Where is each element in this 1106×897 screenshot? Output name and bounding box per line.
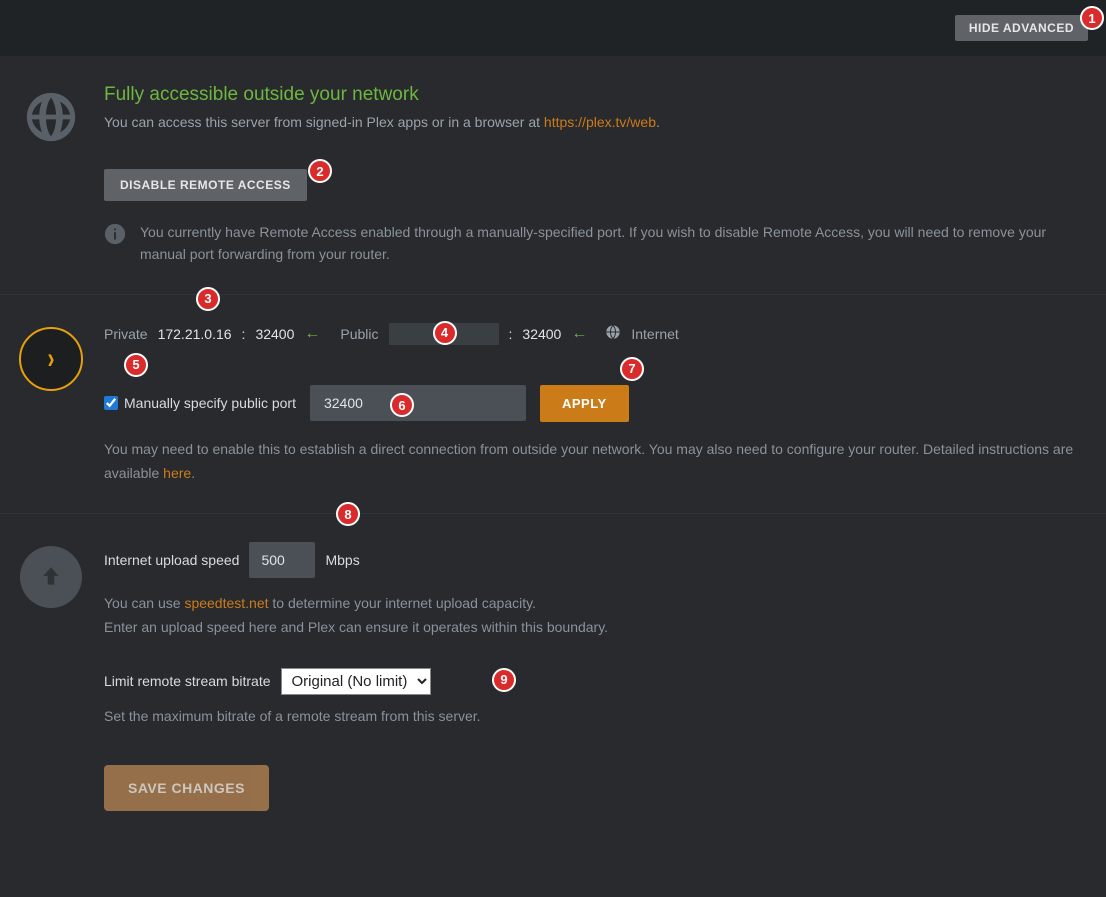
arrow-left-icon-2: ←: [571, 325, 587, 343]
status-description: You can access this server from signed-i…: [104, 112, 1088, 133]
globe-icon: [18, 84, 84, 266]
upload-unit: Mbps: [325, 552, 359, 568]
internet-icon: [605, 324, 621, 343]
upload-help: You can use speedtest.net to determine y…: [104, 592, 1088, 640]
public-port: 32400: [522, 326, 561, 342]
plex-web-link[interactable]: https://plex.tv/web: [544, 114, 656, 130]
public-label: Public: [340, 326, 378, 342]
bitrate-help: Set the maximum bitrate of a remote stre…: [104, 705, 1088, 729]
speedtest-link[interactable]: speedtest.net: [184, 595, 268, 611]
top-bar: HIDE ADVANCED 1: [0, 0, 1106, 56]
bitrate-select[interactable]: Original (No limit): [281, 668, 431, 695]
port-help-text: You may need to enable this to establish…: [104, 438, 1088, 486]
annotation-badge-3: 3: [196, 287, 220, 311]
disable-remote-access-button[interactable]: DISABLE REMOTE ACCESS: [104, 169, 307, 201]
manual-port-checkbox[interactable]: [104, 396, 118, 410]
status-section: Fully accessible outside your network Yo…: [0, 56, 1106, 295]
plex-icon: ›: [18, 323, 84, 486]
network-section: › 3 Private 172.21.0.16 : 32400 ← Public…: [0, 295, 1106, 515]
apply-button[interactable]: APPLY: [540, 385, 629, 422]
manual-port-checkbox-label[interactable]: Manually specify public port: [104, 395, 296, 411]
network-addresses: Private 172.21.0.16 : 32400 ← Public 4 :…: [104, 323, 1088, 345]
annotation-badge-2: 2: [308, 159, 332, 183]
annotation-badge-1: 1: [1080, 6, 1104, 30]
annotation-badge-4: 4: [433, 321, 457, 345]
status-title: Fully accessible outside your network: [104, 84, 1088, 106]
upload-icon: [18, 542, 84, 810]
bitrate-label: Limit remote stream bitrate: [104, 673, 271, 689]
warning-icon: [104, 223, 126, 248]
private-label: Private: [104, 326, 148, 342]
hide-advanced-button[interactable]: HIDE ADVANCED: [955, 15, 1088, 41]
disable-warning: You currently have Remote Access enabled…: [104, 221, 1088, 266]
arrow-left-icon: ←: [304, 325, 320, 343]
public-port-input[interactable]: [310, 385, 526, 421]
public-ip-masked: 4: [389, 323, 499, 345]
internet-label: Internet: [631, 326, 678, 342]
annotation-badge-8: 8: [336, 502, 360, 526]
annotation-badge-5: 5: [124, 353, 148, 377]
annotation-badge-7: 7: [620, 357, 644, 381]
save-changes-button[interactable]: SAVE CHANGES: [104, 765, 269, 811]
upload-speed-label: Internet upload speed: [104, 552, 239, 568]
upload-section: Internet upload speed Mbps 8 You can use…: [0, 514, 1106, 838]
private-port: 32400: [255, 326, 294, 342]
port-help-link[interactable]: here: [163, 465, 191, 481]
private-ip: 172.21.0.16: [158, 326, 232, 342]
annotation-badge-9: 9: [492, 668, 516, 692]
upload-speed-input[interactable]: [249, 542, 315, 578]
